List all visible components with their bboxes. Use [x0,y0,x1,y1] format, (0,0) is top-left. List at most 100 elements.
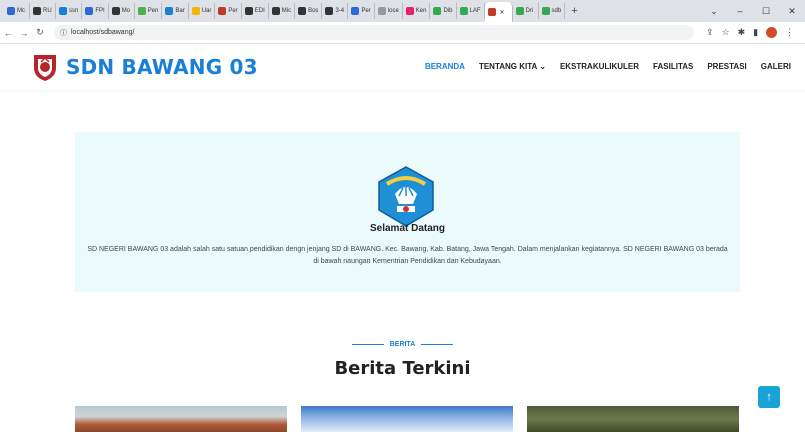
tab-favicon-icon [218,7,227,15]
profile-avatar[interactable] [766,27,778,38]
tab-label: EDI [254,8,265,14]
welcome-title: Selamat Datang [369,223,446,234]
browser-tab[interactable]: Pen [135,3,163,19]
news-kicker-label: BERITA [389,341,416,348]
new-tab-button[interactable]: + [565,5,583,17]
news-card-image[interactable] [527,406,739,432]
tab-favicon-icon [325,7,334,15]
tab-favicon-icon [541,7,550,15]
share-icon[interactable]: ⇪ [706,27,714,38]
address-bar-row: ← → ↻ ⓘ localhost/sdbawang/ ⇪ ☆ ✱ ▮ ⋮ [0,22,805,44]
tab-search-icon[interactable]: ⌄ [701,6,727,17]
news-kicker: BERITA [0,341,805,348]
kicker-line-left [351,344,384,345]
tab-favicon-icon [165,7,174,15]
tab-favicon-icon [191,7,200,15]
back-to-top-button[interactable]: ↑ [758,386,780,408]
browser-tab[interactable]: RU [30,3,56,19]
tab-label: Bar [175,8,185,14]
nav-galeri[interactable]: GALERI [761,62,791,71]
url-input[interactable]: ⓘ localhost/sdbawang/ [54,25,694,40]
tab-favicon-icon [85,7,94,15]
browser-tab[interactable]: sdb [539,3,566,19]
nav-fasilitas[interactable]: FASILITAS [653,62,693,71]
tab-label: Dib [443,8,453,14]
tab-favicon-icon [244,7,253,15]
browser-tab[interactable]: LAF [457,3,485,19]
site-brand[interactable]: SDN BAWANG 03 [66,55,258,79]
tab-label: Mc [17,8,25,14]
minimize-button[interactable]: – [727,6,753,16]
tab-label: Uar [201,8,212,14]
tab-favicon-icon [515,7,524,15]
welcome-description: SD NEGERI BAWANG 03 adalah salah satu sa… [87,246,728,265]
browser-tab[interactable]: Ken [403,3,431,19]
browser-tab[interactable]: Per [348,3,375,19]
sidepanel-icon[interactable]: ▮ [753,27,758,38]
browser-tab-active[interactable]: ✕ [484,2,513,22]
tab-favicon-icon [487,8,496,16]
browser-tab[interactable]: EDI [242,3,269,19]
nav-ekstrakulikuler[interactable]: EKSTRAKULIKULER [560,62,639,71]
menu-kebab-icon[interactable]: ⋮ [785,27,794,38]
tab-close-icon[interactable]: ✕ [500,9,505,16]
browser-tab[interactable]: 3-4 [322,3,349,19]
browser-tab[interactable]: Mc [4,3,30,19]
browser-tab[interactable]: Dri [513,3,539,19]
browser-tab[interactable]: Uar [189,3,216,19]
browser-tab[interactable]: Bar [162,3,189,19]
forward-icon[interactable]: → [16,28,32,38]
tab-label: Mic [281,8,292,14]
tab-label: RU [43,8,52,14]
tab-favicon-icon [377,7,386,15]
tab-label: ssn [69,8,79,14]
tab-favicon-icon [7,7,15,15]
browser-tab[interactable]: FPI [82,3,109,19]
browser-tab[interactable]: Per [215,3,242,19]
tab-label: LAF [469,8,481,14]
window-controls: ⌄ – ☐ ✕ [701,0,805,22]
browser-tab[interactable]: loce [375,3,403,19]
tab-favicon-icon [405,7,414,15]
tab-label: Pen [147,8,159,14]
browser-tab[interactable]: Mic [269,3,296,19]
nav-beranda[interactable]: BERANDA [425,62,465,71]
maximize-button[interactable]: ☐ [753,6,779,17]
browser-tab[interactable]: Bos [295,3,323,19]
nav-tentang-kita[interactable]: TENTANG KITA ⌄ [479,62,546,71]
tab-label: loce [387,8,399,14]
tab-favicon-icon [59,7,67,15]
kicker-line-right [421,344,454,345]
school-logo-icon[interactable] [30,52,60,82]
tab-favicon-icon [111,7,120,15]
tab-label: 3-4 [335,8,345,14]
tab-label: Per [228,8,238,14]
site-header: SDN BAWANG 03 BERANDA TENTANG KITA ⌄ EKS… [0,44,805,90]
tab-label: Ken [415,8,427,14]
tab-favicon-icon [271,7,280,15]
news-card-image[interactable] [301,406,513,432]
site-info-icon[interactable]: ⓘ [60,28,67,38]
tab-favicon-icon [351,7,360,15]
tab-label: sdb [551,8,562,14]
news-card-image[interactable] [75,406,287,432]
reload-icon[interactable]: ↻ [32,27,48,38]
browser-tab-bar: Mc RU ssn FPI Mo Pen Bar Uar Per EDI Mic Bos 3-4 Per l… [0,0,805,22]
bookmark-star-icon[interactable]: ☆ [722,27,730,38]
tab-label: Dri [525,8,534,14]
extensions-icon[interactable]: ✱ [738,27,746,38]
news-section-title: Berita Terkini [334,358,471,379]
welcome-section: Selamat Datang SD NEGERI BAWANG 03 adala… [75,132,740,292]
back-icon[interactable]: ← [0,28,16,38]
tab-label: FPI [95,8,105,14]
tut-wuri-handayani-emblem-icon [378,166,434,227]
nav-prestasi[interactable]: PRESTASI [707,62,746,71]
close-window-button[interactable]: ✕ [779,6,805,17]
browser-tab[interactable]: Dib [430,3,457,19]
tab-favicon-icon [137,7,146,15]
browser-tab[interactable]: ssn [56,3,83,19]
tab-favicon-icon [433,7,442,15]
browser-tab[interactable]: Mo [109,3,135,19]
tab-label: Mo [121,8,131,14]
tab-favicon-icon [298,7,307,15]
